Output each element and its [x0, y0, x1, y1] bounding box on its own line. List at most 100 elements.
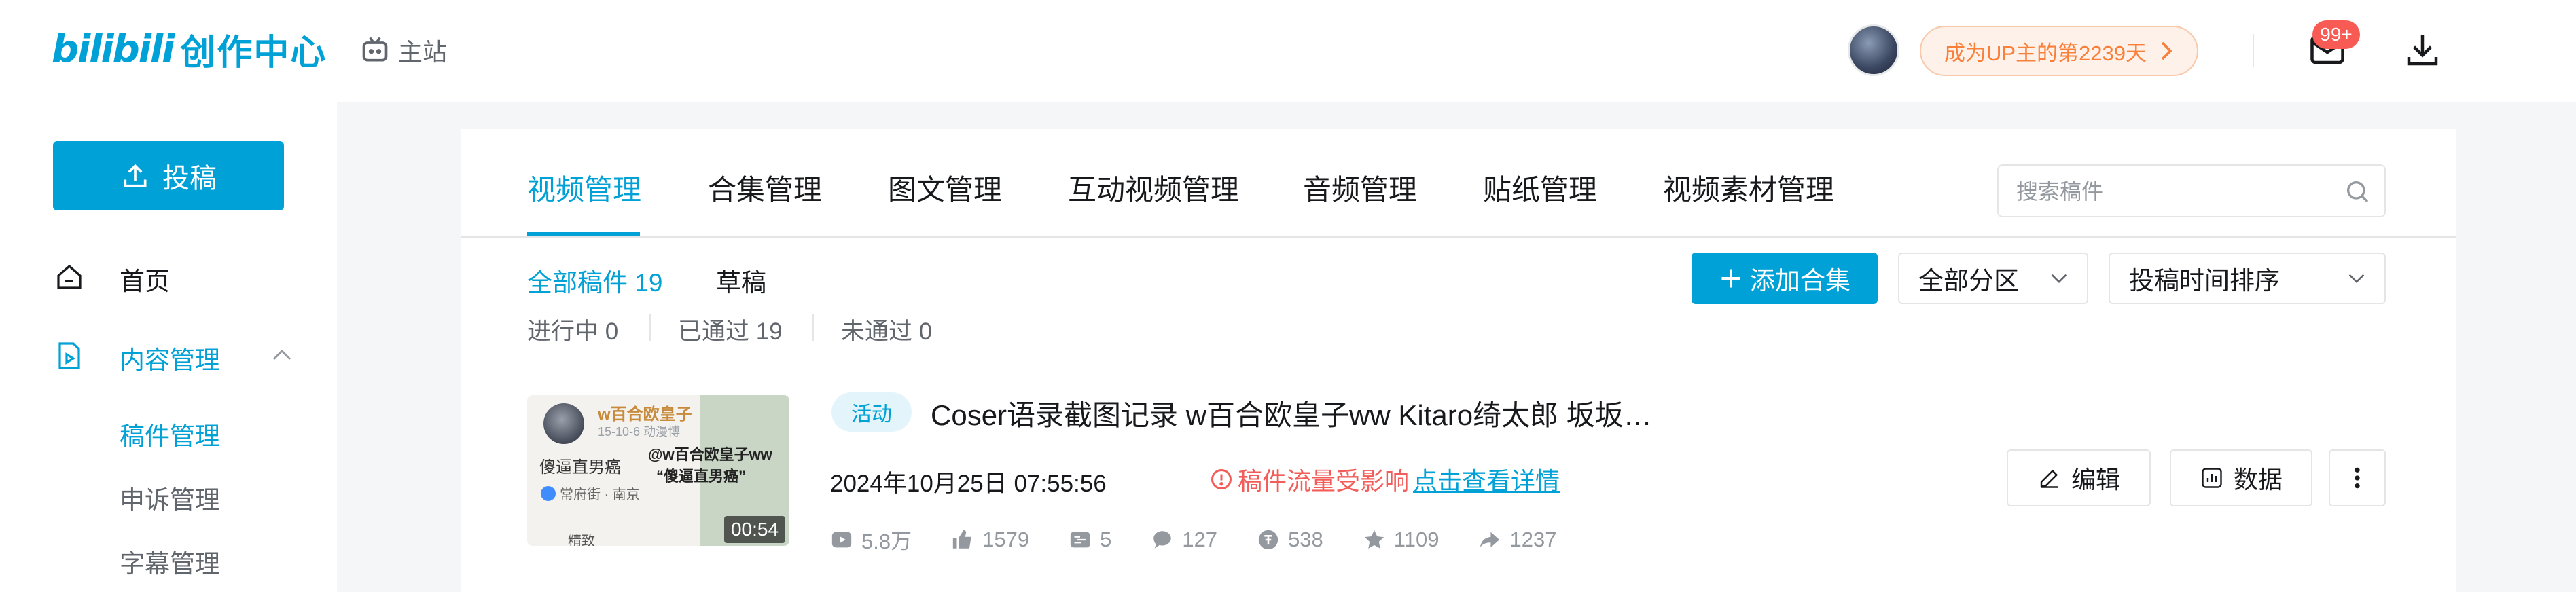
- creator-center-logo[interactable]: bilibili 创作中心: [52, 24, 327, 73]
- sidebar-item-home[interactable]: 首页: [53, 261, 170, 297]
- comment-icon: [1153, 530, 1172, 549]
- category-select-value: 全部分区: [1918, 267, 2019, 295]
- comments-count: 127: [1182, 527, 1218, 551]
- favorites-count: 1109: [1393, 527, 1439, 551]
- stat-favorites: 1109: [1363, 528, 1439, 552]
- tab-video-manage[interactable]: 视频管理: [527, 167, 641, 208]
- tabs-divider: [461, 236, 2456, 238]
- thumb-subline: 15-10-6 动漫博: [598, 425, 681, 439]
- stat-coins: 538: [1257, 528, 1323, 552]
- thumb-edit-text: 精致: [568, 534, 595, 546]
- sidebar-item-content[interactable]: 内容管理: [53, 339, 220, 376]
- status-approved[interactable]: 已通过 19: [678, 312, 783, 347]
- active-tab-indicator: [527, 232, 640, 236]
- home-icon: [57, 264, 82, 289]
- tab-article-manage[interactable]: 图文管理: [888, 167, 1002, 208]
- tv-icon: [362, 37, 388, 62]
- search-icon[interactable]: [2344, 178, 2371, 205]
- views-count: 5.8万: [861, 530, 912, 553]
- view-details-link[interactable]: 点击查看详情: [1413, 462, 1560, 497]
- filter-drafts[interactable]: 草稿: [716, 262, 766, 299]
- video-date: 2024年10月25日 07:55:56: [830, 470, 1107, 497]
- content-icon: [58, 342, 80, 369]
- status-divider: [649, 314, 651, 341]
- thumb-avatar: [543, 403, 584, 444]
- tab-sticker-manage[interactable]: 贴纸管理: [1483, 167, 1597, 208]
- likes-count: 1579: [982, 527, 1030, 551]
- more-vertical-icon: [2355, 467, 2360, 489]
- video-title[interactable]: Coser语录截图记录 w百合欧皇子ww Kitaro绮太郎 坂坂…: [931, 392, 1652, 434]
- thumb-text-1: 傻逼直男癌: [539, 458, 621, 477]
- chevron-right-icon: [2161, 41, 2172, 60]
- user-avatar[interactable]: [1848, 24, 1899, 76]
- main-site-label: 主站: [398, 38, 448, 66]
- thumb-text-2: @w百合欧皇子ww: [648, 446, 772, 463]
- chevron-up-icon[interactable]: [272, 348, 292, 363]
- search-input[interactable]: [2015, 166, 2330, 217]
- more-button[interactable]: [2329, 449, 2386, 506]
- tab-collection-manage[interactable]: 合集管理: [708, 167, 822, 208]
- edit-button[interactable]: 编辑: [2007, 449, 2151, 506]
- stat-danmaku: 5: [1069, 528, 1111, 552]
- location-pin-icon: [541, 485, 556, 501]
- sidebar-content-label: 内容管理: [120, 346, 220, 374]
- shares-count: 1237: [1509, 527, 1557, 551]
- like-icon: [952, 530, 971, 549]
- upload-icon: [124, 164, 147, 187]
- traffic-warning: 稿件流量受影响 点击查看详情: [1209, 462, 1560, 497]
- up-days-label: 成为UP主的第2239天: [1944, 41, 2147, 65]
- status-rejected[interactable]: 未通过 0: [841, 312, 932, 347]
- star-icon: [1364, 530, 1384, 549]
- add-collection-label: 添加合集: [1750, 267, 1850, 295]
- danmaku-icon: [1070, 532, 1090, 547]
- video-duration: 00:54: [724, 516, 785, 543]
- up-days-pill[interactable]: 成为UP主的第2239天: [1920, 26, 2198, 76]
- filter-all-manuscripts[interactable]: 全部稿件 19: [527, 262, 662, 299]
- data-label: 数据: [2233, 466, 2283, 494]
- add-collection-button[interactable]: 添加合集: [1692, 253, 1878, 304]
- traffic-warning-text: 稿件流量受影响: [1238, 467, 1410, 495]
- message-badge: 99+: [2312, 20, 2360, 49]
- bilibili-logo-word: bilibili: [52, 26, 175, 71]
- status-divider: [812, 314, 814, 341]
- coins-count: 538: [1288, 527, 1323, 551]
- search-box[interactable]: [1997, 164, 2386, 217]
- pencil-icon: [2040, 469, 2058, 488]
- sort-select[interactable]: 投稿时间排序: [2109, 253, 2386, 304]
- thumb-text-3: “傻逼直男癌”: [656, 468, 747, 485]
- sidebar-home-label: 首页: [120, 267, 170, 295]
- stat-likes: 1579: [951, 528, 1029, 552]
- sidebar-item-subtitles[interactable]: 字幕管理: [120, 543, 220, 580]
- sidebar-item-appeals[interactable]: 申诉管理: [120, 479, 220, 516]
- thumb-location-text: 常府街 · 南京: [560, 487, 640, 502]
- danmaku-count: 5: [1100, 527, 1112, 551]
- header-divider: [2253, 34, 2254, 67]
- main-site-link[interactable]: 主站: [360, 33, 447, 68]
- video-stats: 5.8万 1579 5 127 538 1109 1237: [830, 524, 1596, 555]
- upload-button[interactable]: 投稿: [53, 141, 284, 210]
- activity-tag: 活动: [831, 392, 912, 432]
- data-button[interactable]: 数据: [2170, 449, 2312, 506]
- tab-video-materials[interactable]: 视频素材管理: [1663, 167, 1834, 208]
- play-icon: [831, 532, 852, 547]
- status-in-progress[interactable]: 进行中 0: [527, 312, 618, 347]
- upload-label: 投稿: [162, 164, 217, 193]
- category-select[interactable]: 全部分区: [1898, 253, 2088, 304]
- edit-label: 编辑: [2071, 466, 2120, 494]
- bar-chart-icon: [2202, 468, 2222, 488]
- tab-interactive-video[interactable]: 互动视频管理: [1068, 167, 1239, 208]
- stat-comments: 127: [1151, 528, 1217, 552]
- thumb-location: 常府街 · 南京: [541, 483, 640, 503]
- sidebar-item-manuscripts[interactable]: 稿件管理: [120, 415, 220, 452]
- thumb-name: w百合欧皇子: [598, 405, 692, 424]
- download-icon[interactable]: [2402, 30, 2443, 71]
- chevron-down-icon: [2348, 274, 2365, 284]
- stat-views: 5.8万: [830, 524, 912, 555]
- sort-select-value: 投稿时间排序: [2129, 267, 2280, 295]
- plus-icon: [1721, 269, 1740, 288]
- share-icon: [1480, 532, 1500, 547]
- coin-icon: [1258, 530, 1278, 549]
- creator-center-title: 创作中心: [180, 33, 327, 73]
- info-icon: [1211, 469, 1232, 489]
- tab-audio-manage[interactable]: 音频管理: [1303, 167, 1417, 208]
